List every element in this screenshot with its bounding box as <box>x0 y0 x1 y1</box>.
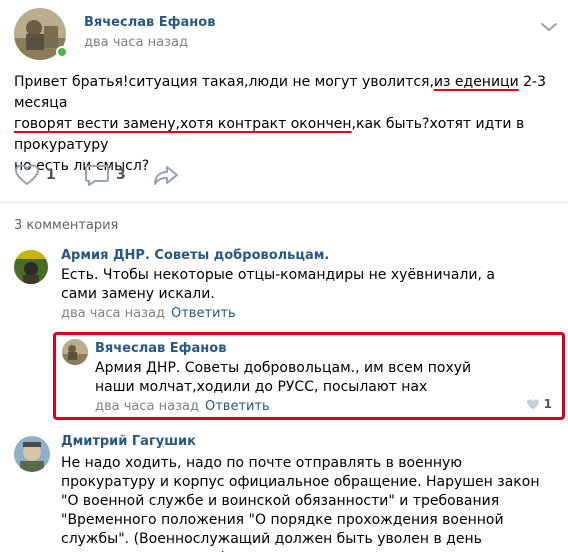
post-text-underlined: говорят вести замену,хотя контракт оконч… <box>14 116 352 132</box>
comment-text: Есть. Чтобы некоторые отцы-командиры не … <box>61 267 495 302</box>
post-actions: 1 3 <box>12 160 312 190</box>
post-author-name[interactable]: Вячеслав Ефанов <box>84 15 215 30</box>
reply-button[interactable]: Ответить <box>205 399 270 414</box>
comment-button[interactable]: 3 <box>84 160 126 190</box>
reply-author-name[interactable]: Вячеслав Ефанов <box>95 341 226 356</box>
chevron-down-icon[interactable] <box>540 18 558 32</box>
share-button[interactable] <box>152 160 180 190</box>
comment-author-avatar[interactable] <box>14 436 50 472</box>
comment-text: Не надо ходить, надо по почте отправлять… <box>61 455 540 552</box>
post-timestamp[interactable]: два часа назад <box>84 35 188 50</box>
comment-meta: два часа назад Ответить <box>61 306 236 321</box>
reply-text: Армия ДНР. Советы добровольцам., им всем… <box>95 360 472 395</box>
post-header: Вячеслав Ефанов два часа назад <box>12 6 560 64</box>
comment-item: Армия ДНР. Советы добровольцам. Есть. Чт… <box>0 240 568 325</box>
reply-time[interactable]: два часа назад <box>95 399 199 414</box>
comment-icon <box>85 165 109 186</box>
comments-count-label: 3 комментария <box>14 218 119 233</box>
share-icon <box>154 166 178 185</box>
reply-button[interactable]: Ответить <box>171 306 236 321</box>
heart-icon <box>526 398 539 409</box>
comment-author-avatar[interactable] <box>14 250 48 284</box>
reply-like-count: 1 <box>543 397 552 411</box>
online-indicator <box>56 46 68 58</box>
comment-reply-item: Вячеслав Ефанов Армия ДНР. Советы добров… <box>56 335 562 417</box>
reply-author-avatar[interactable] <box>62 339 88 365</box>
comment-time[interactable]: два часа назад <box>61 306 165 321</box>
divider <box>0 202 568 203</box>
like-button[interactable]: 1 <box>14 160 56 190</box>
comment-item: Дмитрий Гагушик Не надо ходить, надо по … <box>0 428 568 552</box>
comment-count: 3 <box>116 167 126 183</box>
post-text-underlined: из еденици <box>433 74 519 90</box>
heart-icon <box>14 164 40 186</box>
reply-like-button[interactable]: 1 <box>526 397 552 411</box>
comment-author-name[interactable]: Дмитрий Гагушик <box>61 434 196 449</box>
like-count: 1 <box>46 167 56 183</box>
comment-author-name[interactable]: Армия ДНР. Советы добровольцам. <box>61 248 329 263</box>
reply-meta: два часа назад Ответить <box>95 399 270 414</box>
post-text-part: Привет братья!ситуация такая,люди не мог… <box>14 74 434 90</box>
